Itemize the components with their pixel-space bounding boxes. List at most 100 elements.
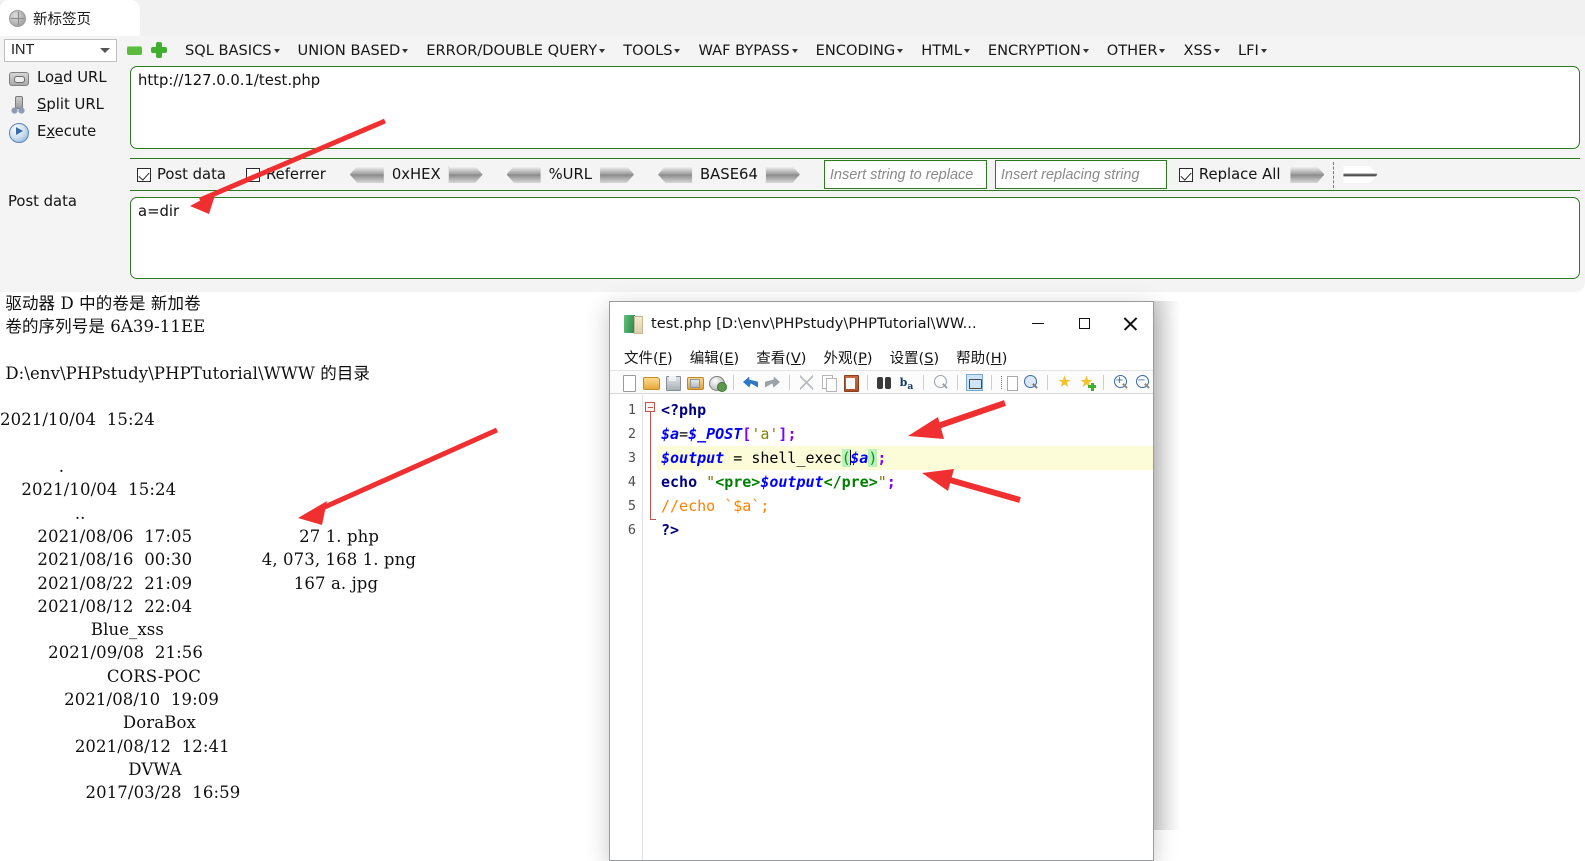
base64-decode-button[interactable] bbox=[658, 166, 693, 183]
find-icon[interactable] bbox=[876, 374, 893, 391]
paste-icon[interactable] bbox=[842, 374, 859, 392]
dir-output-line: 2021/08/06 17:05 27 1. php bbox=[0, 526, 380, 546]
redo-icon[interactable] bbox=[764, 374, 781, 391]
menu-label: ENCODING bbox=[815, 41, 896, 59]
menu-file[interactable]: 文件(F) bbox=[624, 347, 673, 368]
post-data-section-label: Post data bbox=[8, 193, 77, 210]
zoom-selection-icon[interactable] bbox=[1022, 374, 1039, 391]
zoom-in-icon[interactable]: + bbox=[1112, 374, 1129, 391]
code-html-pre-close: </pre> bbox=[823, 473, 878, 491]
caret-down-icon bbox=[897, 49, 904, 53]
minus-icon[interactable] bbox=[127, 45, 142, 55]
dir-output-line: .. bbox=[0, 503, 86, 523]
post-data-checkbox[interactable]: Post data bbox=[137, 166, 226, 183]
dir-output-line: . bbox=[0, 457, 65, 477]
undo-icon[interactable] bbox=[742, 374, 759, 391]
code-folding-column[interactable] bbox=[643, 395, 658, 860]
menu-view[interactable]: 查看(V) bbox=[756, 347, 806, 368]
menu-appearance[interactable]: 外观(P) bbox=[823, 347, 872, 368]
menu-label: WAF BYPASS bbox=[698, 41, 790, 59]
toolbar-divider bbox=[1103, 374, 1104, 390]
load-url-button[interactable]: Load URL bbox=[0, 64, 128, 91]
url-encode-button[interactable] bbox=[600, 166, 635, 183]
hex-encoder-group: 0xHEX bbox=[349, 166, 483, 183]
menu-item-union-based[interactable]: UNION BASED bbox=[298, 42, 409, 59]
menu-item-sql-basics[interactable]: SQL BASICS bbox=[185, 42, 280, 59]
print-icon[interactable] bbox=[708, 374, 727, 392]
plus-icon[interactable] bbox=[151, 42, 167, 58]
menu-label: TOOLS bbox=[623, 41, 673, 59]
minimize-icon bbox=[1032, 322, 1044, 325]
execute-button[interactable]: Execute bbox=[0, 118, 128, 145]
checkbox-box bbox=[1178, 167, 1193, 182]
caret-down-icon bbox=[273, 49, 280, 53]
replace-icon[interactable]: ba bbox=[898, 374, 915, 392]
menu-label: HTML bbox=[921, 41, 962, 59]
type-select[interactable]: INT bbox=[4, 38, 117, 62]
menu-item-other[interactable]: OTHER bbox=[1107, 42, 1166, 59]
replace-all-checkbox[interactable]: Replace All bbox=[1178, 166, 1280, 183]
zoom-out-icon[interactable]: − bbox=[1134, 374, 1151, 391]
menu-item-error-double-query[interactable]: ERROR/DOUBLE QUERY bbox=[426, 42, 606, 59]
url-decode-button[interactable] bbox=[506, 166, 541, 183]
replace-string-input[interactable]: Insert replacing string bbox=[994, 160, 1167, 189]
menu-help[interactable]: 帮助(H) bbox=[956, 347, 1007, 368]
save-icon[interactable] bbox=[664, 374, 681, 391]
menu-label: OTHER bbox=[1106, 41, 1158, 59]
base64-encode-button[interactable] bbox=[765, 166, 800, 183]
find-in-files-icon[interactable] bbox=[932, 374, 949, 391]
maximize-button[interactable] bbox=[1061, 302, 1107, 345]
hackbar-panel: 新标签页 INT SQL BASICS UNION BASED ERROR/DO… bbox=[0, 0, 1585, 292]
base64-encoder-group: BASE64 bbox=[658, 166, 800, 183]
split-url-button[interactable]: Split URL bbox=[0, 91, 128, 118]
hex-decode-button[interactable] bbox=[349, 166, 384, 183]
dir-output-line: 驱动器 D 中的卷是 新加卷 bbox=[0, 294, 201, 313]
code-line-2: $a=$_POST['a']; bbox=[657, 422, 1153, 446]
menu-item-tools[interactable]: TOOLS bbox=[623, 41, 681, 59]
dir-output-line: 2021/08/16 00:30 4, 073, 168 1. png bbox=[0, 550, 416, 570]
menu-item-waf-bypass[interactable]: WAF BYPASS bbox=[698, 41, 798, 59]
url-input[interactable]: http://127.0.0.1/test.php bbox=[130, 66, 1580, 149]
menu-item-xss[interactable]: XSS bbox=[1183, 42, 1221, 59]
open-file-icon[interactable] bbox=[642, 374, 660, 391]
replace-apply-alt-button[interactable] bbox=[1343, 166, 1378, 183]
menu-item-encryption[interactable]: ENCRYPTION bbox=[988, 42, 1089, 59]
find-string-input[interactable]: Insert string to replace bbox=[823, 160, 987, 189]
hex-encode-button[interactable] bbox=[448, 166, 483, 183]
bookmark-icon[interactable]: ★ bbox=[1056, 374, 1073, 391]
bookmark-add-icon[interactable]: ★ bbox=[1078, 374, 1096, 391]
close-button[interactable] bbox=[1107, 302, 1153, 345]
show-all-characters-icon[interactable] bbox=[1000, 374, 1018, 391]
menu-edit[interactable]: 编辑(E) bbox=[690, 347, 740, 368]
globe-icon bbox=[9, 9, 26, 27]
caret-down-icon bbox=[599, 49, 606, 53]
new-file-icon[interactable] bbox=[620, 374, 637, 392]
caret-down-icon bbox=[1260, 49, 1267, 53]
save-all-icon[interactable] bbox=[686, 374, 704, 391]
replace-apply-button[interactable] bbox=[1290, 166, 1325, 183]
dir-output-line: 2021/10/04 15:24 bbox=[0, 480, 177, 500]
menu-settings[interactable]: 设置(S) bbox=[890, 347, 940, 368]
dir-output-line: DoraBox bbox=[0, 713, 196, 733]
menu-item-lfi[interactable]: LFI bbox=[1238, 42, 1267, 59]
referrer-checkbox[interactable]: Referrer bbox=[246, 166, 326, 183]
post-data-input-value: a=dir bbox=[138, 203, 180, 220]
word-wrap-icon[interactable] bbox=[966, 373, 983, 391]
browser-tab-label: 新标签页 bbox=[33, 11, 91, 28]
fold-collapse-icon[interactable] bbox=[645, 402, 655, 412]
code-text-area[interactable]: <?php $a=$_POST['a']; $output = shell_ex… bbox=[657, 395, 1153, 860]
minimize-button[interactable] bbox=[1015, 302, 1061, 345]
browser-tab[interactable]: 新标签页 bbox=[0, 0, 140, 36]
caret-down-icon bbox=[1159, 49, 1166, 53]
menu-item-encoding[interactable]: ENCODING bbox=[816, 42, 904, 59]
cut-icon[interactable] bbox=[798, 374, 815, 391]
toolbar-divider bbox=[991, 374, 992, 390]
menu-item-html[interactable]: HTML bbox=[921, 42, 970, 59]
dir-output-line: 2017/03/28 16:59 bbox=[0, 783, 241, 803]
encoding-toolbar: Post data Referrer 0xHEX %URL BASE64 Ins… bbox=[130, 158, 1580, 191]
code-editor[interactable]: 1 2 3 4 5 6 <?php $a=$_POST['a']; $outpu… bbox=[610, 395, 1153, 860]
post-data-input[interactable]: a=dir bbox=[130, 197, 1580, 279]
copy-icon[interactable] bbox=[820, 374, 837, 392]
toolbar-divider bbox=[789, 374, 790, 390]
line-number-gutter: 1 2 3 4 5 6 bbox=[610, 395, 643, 860]
